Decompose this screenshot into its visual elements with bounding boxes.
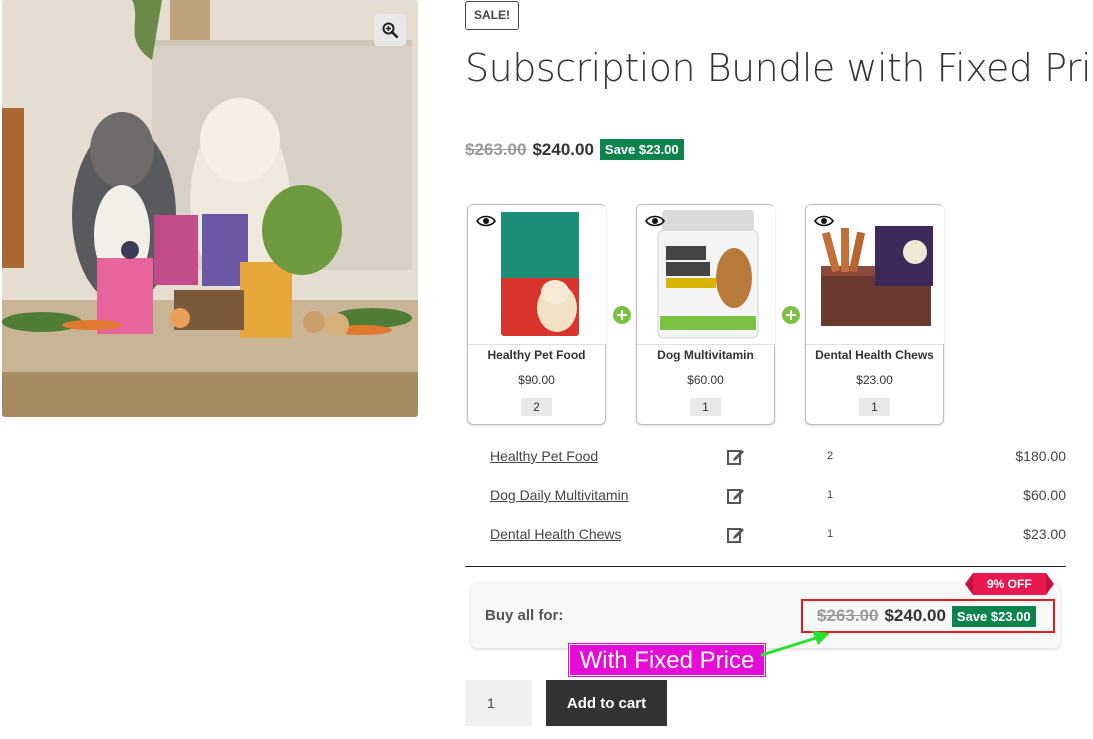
save-badge: Save $23.00 <box>599 139 684 160</box>
bundle-card[interactable]: Healthy Pet Food $90.00 2 <box>467 204 606 425</box>
arrow-icon <box>760 631 830 657</box>
product-title: Subscription Bundle with Fixed Price <box>465 46 1093 90</box>
discount-badge: 9% OFF <box>965 573 1054 595</box>
product-image[interactable] <box>2 0 418 417</box>
bundle-item-qty[interactable]: 2 <box>521 398 552 416</box>
item-link[interactable]: Dental Health Chews <box>490 526 622 542</box>
edit-icon[interactable] <box>727 447 745 465</box>
quantity-input[interactable] <box>465 680 532 726</box>
item-qty: 1 <box>827 489 834 501</box>
list-item: Dog Daily Multivitamin 1 $60.00 <box>465 482 1066 521</box>
bundle-item-price: $90.00 <box>518 373 555 387</box>
bundle-item-name: Dental Health Chews <box>815 348 934 362</box>
bundle-item-name: Dog Multivitamin <box>657 348 754 362</box>
bundle-item-qty[interactable]: 1 <box>690 398 721 416</box>
edit-icon[interactable] <box>727 525 745 543</box>
bundle-item-price: $23.00 <box>856 373 893 387</box>
bundle-item-qty[interactable]: 1 <box>859 398 890 416</box>
divider <box>465 566 1066 567</box>
sale-badge: SALE! <box>465 1 519 30</box>
plus-icon <box>782 306 800 324</box>
list-item: Healthy Pet Food 2 $180.00 <box>465 443 1066 482</box>
plus-icon <box>613 306 631 324</box>
list-item: Dental Health Chews 1 $23.00 <box>465 521 1066 560</box>
card-divider <box>468 344 605 345</box>
edit-icon[interactable] <box>727 486 745 504</box>
bundle-card[interactable]: Dog Multivitamin $60.00 1 <box>636 204 775 425</box>
item-link[interactable]: Dog Daily Multivitamin <box>490 487 628 503</box>
bundle-item-list: Healthy Pet Food 2 $180.00 Dog Daily Mul… <box>465 443 1066 560</box>
eye-icon[interactable] <box>476 214 496 228</box>
bundle-save-badge: Save $23.00 <box>951 605 1036 627</box>
buy-all-label: Buy all for: <box>485 607 564 624</box>
eye-icon[interactable] <box>814 214 834 228</box>
magnify-plus-icon <box>382 22 398 38</box>
bundle-fixed-price: $240.00 <box>884 606 946 625</box>
sale-price: $240.00 <box>532 139 594 159</box>
zoom-button[interactable] <box>374 14 406 46</box>
item-total: $23.00 <box>1023 526 1066 542</box>
product-price: $263.00 $240.00 Save $23.00 <box>465 139 684 160</box>
add-to-cart-button[interactable]: Add to cart <box>546 680 667 726</box>
bundle-item-name: Healthy Pet Food <box>487 348 586 362</box>
bundle-regular-price: $263.00 <box>817 606 879 625</box>
item-link[interactable]: Healthy Pet Food <box>490 448 598 464</box>
bundle-item-price: $60.00 <box>687 373 724 387</box>
item-qty: 1 <box>827 528 834 540</box>
regular-price: $263.00 <box>465 139 527 159</box>
bundle-total-price: $263.00 $240.00 Save $23.00 <box>801 599 1055 633</box>
bundle-card[interactable]: Dental Health Chews $23.00 1 <box>805 204 944 425</box>
item-total: $60.00 <box>1023 487 1066 503</box>
annotation-label: With Fixed Price <box>569 644 765 676</box>
card-divider <box>637 344 774 345</box>
item-qty: 2 <box>827 450 834 462</box>
item-total: $180.00 <box>1015 448 1066 464</box>
eye-icon[interactable] <box>645 214 665 228</box>
card-divider <box>806 344 943 345</box>
dogs-with-pet-products-photo <box>2 0 418 417</box>
